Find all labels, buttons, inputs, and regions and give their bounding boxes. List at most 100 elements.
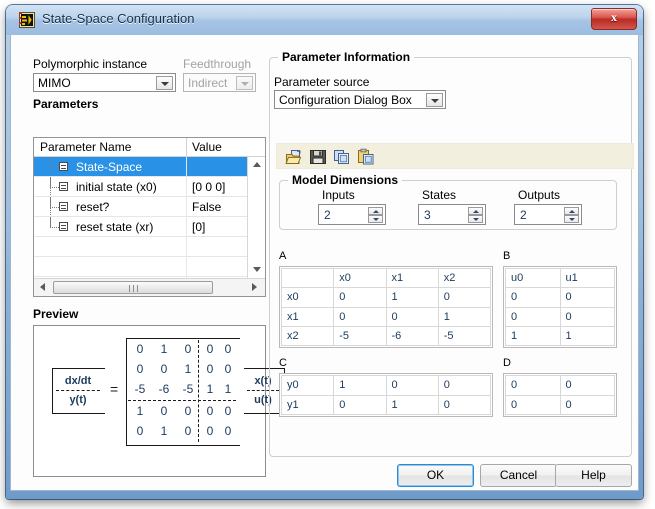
matrix-a-cell[interactable]: 0 [437, 287, 492, 308]
matrix-d-cell[interactable]: 0 [559, 375, 615, 396]
table-row[interactable]: 1 1 [505, 325, 615, 347]
tree-row-initial-state[interactable]: initial state (x0) [0 0 0] [34, 177, 248, 197]
table-row[interactable]: x0 x1 x2 [280, 267, 492, 289]
matrix-b-cell[interactable]: 1 [505, 325, 561, 347]
column-divider [186, 237, 187, 256]
equals-sign: = [110, 381, 119, 397]
matrix-a-cell[interactable]: 0 [333, 287, 387, 308]
tree-branch-line [50, 217, 59, 228]
tree-vertical-scrollbar[interactable] [247, 157, 265, 278]
matrix-a-table[interactable]: x0 x1 x2 x0 0 1 0 x1 0 0 1 x2 -5 -6 -5 [279, 266, 493, 348]
inputs-value: 2 [324, 208, 331, 222]
matrix-d-cell[interactable]: 0 [505, 394, 561, 415]
matrix-b-cell[interactable]: 0 [559, 287, 615, 308]
matrix-c-cell[interactable]: 1 [385, 394, 439, 415]
tree-row-reset-state[interactable]: reset state (xr) [0] [34, 217, 248, 237]
table-row[interactable]: x0 0 1 0 [280, 287, 492, 308]
matrix-a-cell[interactable]: 1 [437, 306, 492, 327]
tree-branch-line [50, 197, 59, 208]
table-row[interactable]: x1 0 0 1 [280, 306, 492, 327]
matrix-d-cell[interactable]: 0 [559, 394, 615, 415]
paste-icon[interactable] [357, 148, 375, 166]
stepper-buttons[interactable] [368, 207, 383, 223]
matrix-cell: 0 [136, 424, 144, 438]
matrix-a-cell[interactable]: -5 [437, 325, 492, 347]
cancel-button[interactable]: Cancel [480, 464, 557, 487]
matrix-cell: 1 [206, 382, 214, 396]
scroll-down-icon[interactable] [248, 262, 265, 278]
table-row[interactable]: x2 -5 -6 -5 [280, 325, 492, 347]
matrix-a-cell[interactable]: -5 [333, 325, 387, 347]
scroll-up-icon[interactable] [248, 157, 265, 173]
tree-row-state-space[interactable]: State-Space [34, 157, 248, 177]
matrix-cell: 1 [160, 342, 168, 356]
stepper-up-icon[interactable] [564, 207, 579, 215]
table-row[interactable]: 0 0 [505, 287, 615, 308]
matrix-row-partition [128, 400, 236, 401]
matrix-c-cell[interactable]: 0 [333, 394, 387, 415]
open-icon[interactable] [285, 148, 303, 166]
matrix-b-cell[interactable]: 0 [505, 306, 561, 327]
stepper-down-icon[interactable] [564, 215, 579, 223]
matrix-a-cell[interactable]: 1 [385, 287, 439, 308]
table-row[interactable]: y1 0 1 0 [280, 394, 492, 415]
matrix-a-cell[interactable]: 0 [333, 306, 387, 327]
matrix-c-cell[interactable]: 0 [385, 375, 439, 396]
matrix-a-row-header: x2 [280, 325, 335, 347]
outputs-stepper[interactable]: 2 [514, 204, 582, 225]
matrix-b-table[interactable]: u0 u1 0 0 0 0 1 1 [503, 266, 617, 348]
stepper-buttons[interactable] [564, 207, 579, 223]
polymorphic-instance-dropdown[interactable]: MIMO [33, 73, 176, 92]
matrix-a-cell[interactable]: 0 [385, 306, 439, 327]
matrix-d-cell[interactable]: 0 [505, 375, 561, 396]
matrix-d-table[interactable]: 0 0 0 0 [503, 373, 617, 417]
matrix-c-table[interactable]: y0 1 0 0 y1 0 1 0 [279, 373, 493, 417]
stepper-up-icon[interactable] [368, 207, 383, 215]
tree-expand-icon[interactable] [59, 222, 68, 231]
table-row[interactable]: 0 0 [505, 394, 615, 415]
feedthrough-label: Feedthrough [183, 57, 252, 71]
help-button[interactable]: Help [555, 464, 632, 487]
chevron-down-icon[interactable] [426, 93, 443, 107]
copy-icon[interactable] [333, 148, 351, 166]
stepper-down-icon[interactable] [468, 215, 483, 223]
tree-expand-icon[interactable] [59, 162, 68, 171]
parameters-tree[interactable]: Parameter Name Value State-Space initial… [33, 137, 266, 297]
tree-row-name: initial state (x0) [76, 180, 157, 194]
feedthrough-dropdown: Indirect [183, 73, 256, 92]
matrix-c-cell[interactable]: 0 [437, 375, 492, 396]
chevron-down-icon[interactable] [156, 76, 173, 90]
tree-expand-icon[interactable] [59, 182, 68, 191]
scroll-right-icon[interactable] [247, 279, 264, 296]
matrix-a-cell[interactable]: -6 [385, 325, 439, 347]
matrix-b-cell[interactable]: 1 [559, 325, 615, 347]
save-icon[interactable] [309, 148, 327, 166]
matrix-c-cell[interactable]: 1 [333, 375, 387, 396]
inputs-stepper[interactable]: 2 [318, 204, 386, 225]
table-row[interactable]: 0 0 [505, 306, 615, 327]
table-row[interactable]: 0 0 [505, 375, 615, 396]
ok-button[interactable]: OK [397, 464, 474, 487]
parameter-toolbar [276, 143, 634, 169]
table-row[interactable]: u0 u1 [505, 267, 615, 289]
tree-horizontal-scrollbar[interactable] [34, 278, 265, 296]
parameter-source-dropdown[interactable]: Configuration Dialog Box [274, 90, 446, 109]
column-divider [186, 257, 187, 276]
column-divider [186, 177, 187, 196]
stepper-buttons[interactable] [468, 207, 483, 223]
stepper-up-icon[interactable] [468, 207, 483, 215]
table-row[interactable]: y0 1 0 0 [280, 375, 492, 396]
states-stepper[interactable]: 3 [418, 204, 486, 225]
matrix-a-label: A [279, 250, 287, 262]
matrix-c-cell[interactable]: 0 [437, 394, 492, 415]
close-button[interactable]: x [591, 8, 637, 30]
tree-row-reset[interactable]: reset? False [34, 197, 248, 217]
stepper-down-icon[interactable] [368, 215, 383, 223]
matrix-b-cell[interactable]: 0 [505, 287, 561, 308]
matrix-b-cell[interactable]: 0 [559, 306, 615, 327]
title-bar[interactable]: State-Space Configuration x [6, 5, 643, 35]
scroll-left-icon[interactable] [35, 279, 52, 296]
tree-expand-icon[interactable] [59, 202, 68, 211]
lhs-bottom-label: y(t) [69, 394, 87, 406]
scrollbar-thumb[interactable] [53, 281, 213, 294]
